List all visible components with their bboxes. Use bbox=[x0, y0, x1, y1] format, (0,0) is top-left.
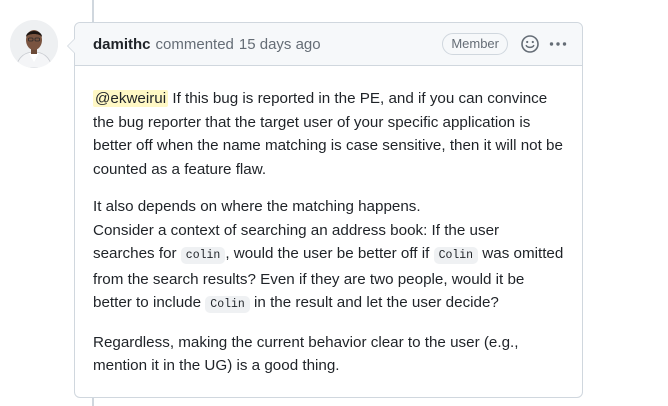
user-mention[interactable]: @ekweirui bbox=[93, 90, 169, 107]
avatar[interactable] bbox=[10, 20, 58, 68]
header-actions: Member bbox=[442, 33, 568, 55]
paragraph-2-seg-4: in the result and let the user decide? bbox=[249, 294, 499, 311]
paragraph-3: Regardless, making the current behavior … bbox=[93, 331, 564, 378]
inline-code: Colin bbox=[433, 247, 479, 264]
paragraph-2-line-1: It also depends on where the matching ha… bbox=[93, 198, 421, 215]
paragraph-3-text: Regardless, making the current behavior … bbox=[93, 333, 519, 375]
comment-header: damithc commented 15 days ago Member bbox=[75, 23, 582, 66]
paragraph-2: It also depends on where the matching ha… bbox=[93, 195, 564, 317]
author-link[interactable]: damithc bbox=[93, 36, 151, 53]
comment-action: commented bbox=[155, 35, 234, 53]
comment-box: damithc commented 15 days ago Member @ek… bbox=[67, 22, 583, 398]
inline-code: colin bbox=[180, 247, 226, 264]
comment-timestamp[interactable]: 15 days ago bbox=[239, 36, 321, 53]
user-avatar-icon bbox=[10, 20, 58, 68]
inline-code: Colin bbox=[205, 296, 250, 313]
comment-body: @ekweirui If this bug is reported in the… bbox=[75, 66, 582, 378]
add-reaction-icon[interactable] bbox=[520, 34, 540, 54]
role-badge: Member bbox=[442, 33, 508, 55]
paragraph-2-seg-2: , would the user be better off if bbox=[225, 245, 434, 262]
paragraph-1: @ekweirui If this bug is reported in the… bbox=[93, 87, 564, 181]
kebab-menu-icon[interactable] bbox=[548, 34, 568, 54]
